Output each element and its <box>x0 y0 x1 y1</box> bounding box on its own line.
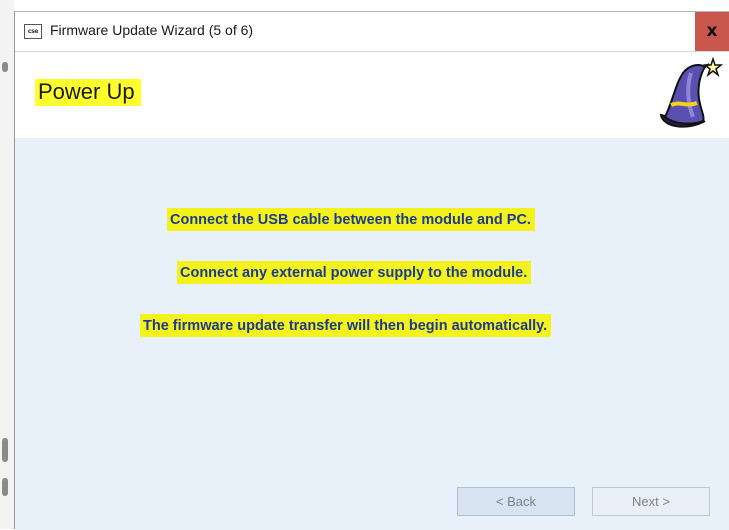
next-button[interactable]: Next > <box>592 487 710 516</box>
wizard-window: cse Firmware Update Wizard (5 of 6) x Po… <box>14 11 729 530</box>
background-mark <box>2 478 8 496</box>
background-window-edge <box>0 0 14 529</box>
background-mark <box>2 438 8 462</box>
wizard-header: Power Up <box>15 52 729 138</box>
close-button[interactable]: x <box>695 12 729 51</box>
instruction-usb: Connect the USB cable between the module… <box>167 208 535 231</box>
wizard-hat-icon <box>659 56 723 128</box>
background-mark <box>2 62 8 72</box>
instruction-transfer: The firmware update transfer will then b… <box>140 314 552 337</box>
app-icon: cse <box>24 24 42 39</box>
title-bar[interactable]: cse Firmware Update Wizard (5 of 6) x <box>15 12 729 52</box>
window-title: Firmware Update Wizard (5 of 6) <box>50 22 254 38</box>
page-title: Power Up <box>35 79 141 106</box>
back-button[interactable]: < Back <box>457 487 575 516</box>
instruction-power: Connect any external power supply to the… <box>177 261 532 284</box>
wizard-content: Connect the USB cable between the module… <box>15 138 729 530</box>
